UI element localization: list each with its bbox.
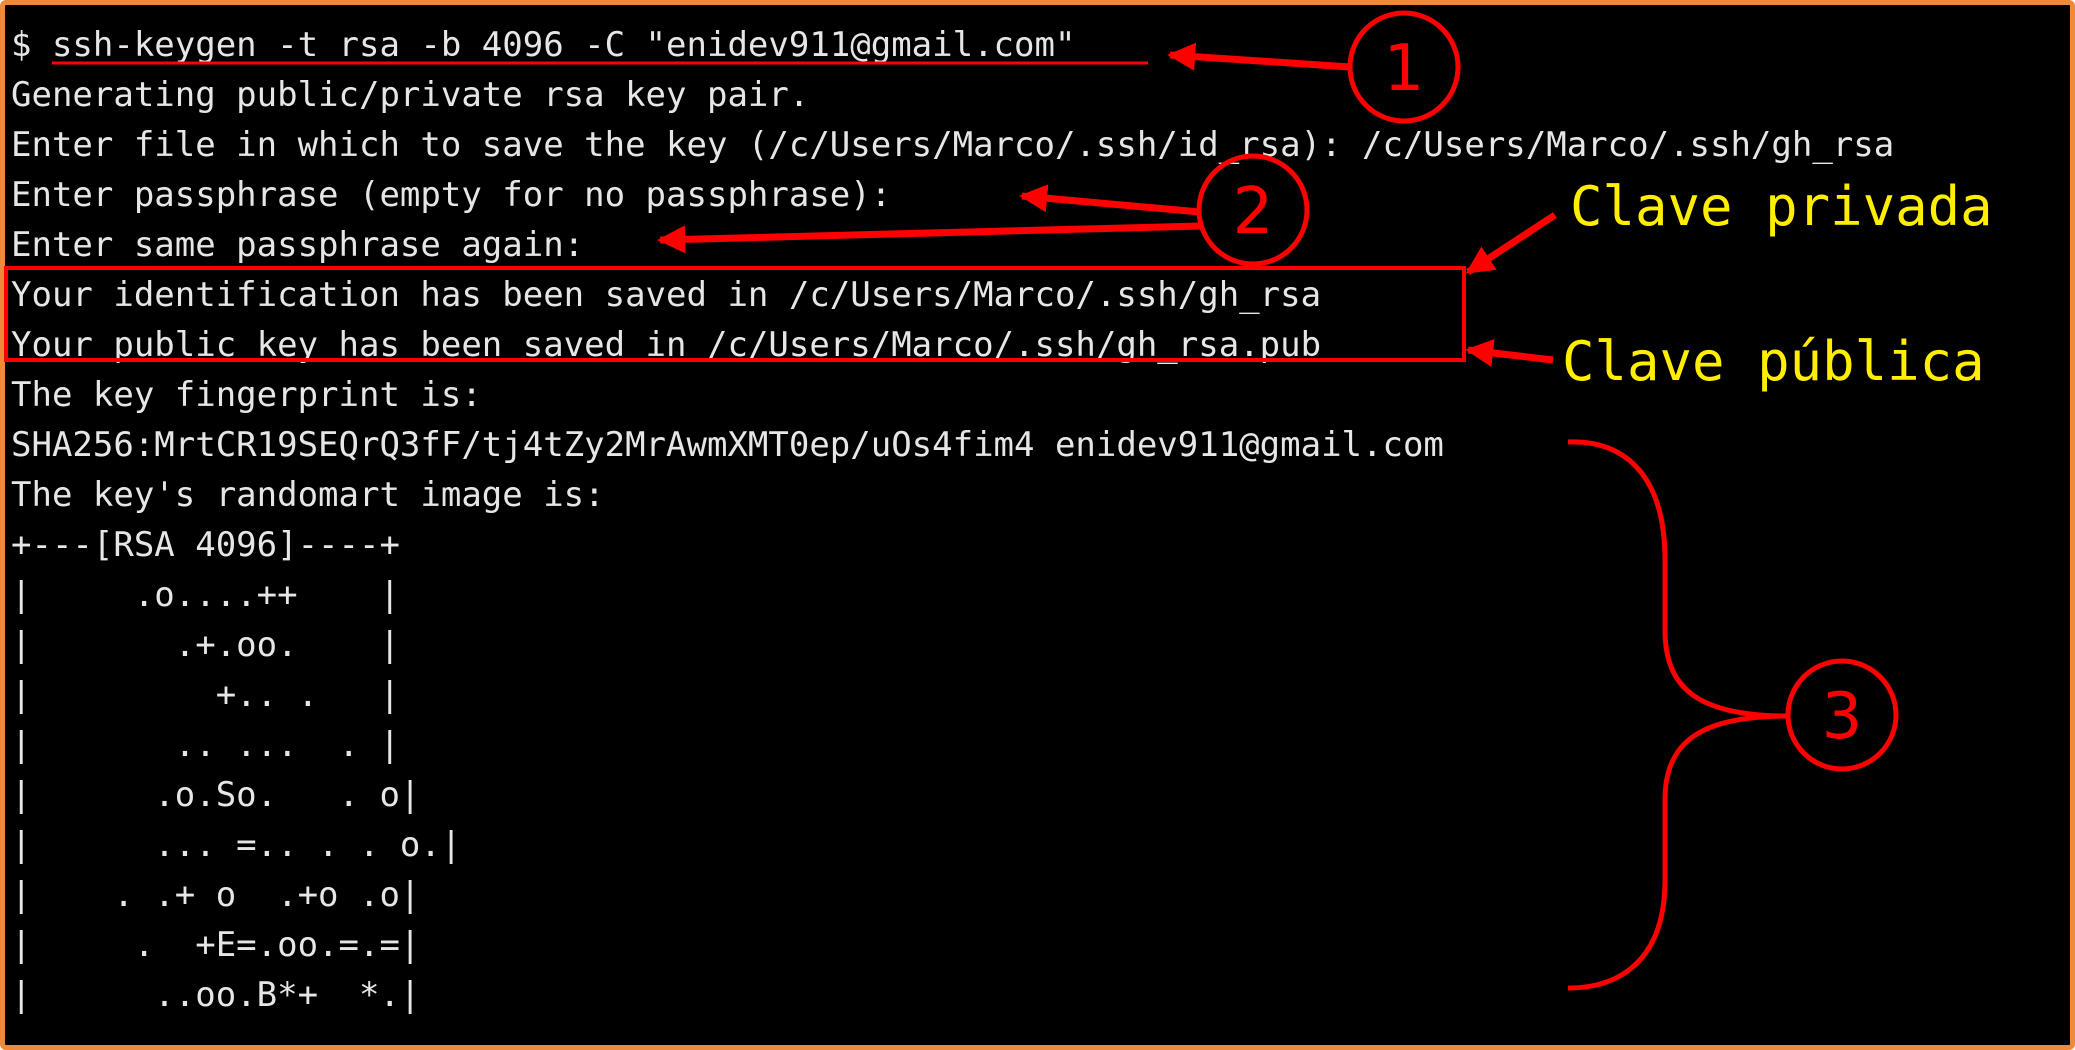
step-2-arrow-passphrase xyxy=(1019,184,1201,216)
step-3-number: 3 xyxy=(1822,680,1863,754)
key-files-highlight-box xyxy=(4,266,1466,362)
step-3-brace-lower xyxy=(1567,713,1789,991)
step-2-number: 2 xyxy=(1233,175,1274,249)
public-key-label: Clave pública xyxy=(1562,330,1985,393)
public-key-arrow xyxy=(1465,339,1554,367)
annotation-overlay: 1 2 Clave privada Clave pública 3 xyxy=(4,10,1993,991)
private-key-label: Clave privada xyxy=(1570,175,1993,238)
step-3-brace-upper xyxy=(1567,439,1789,719)
step-1-number: 1 xyxy=(1384,32,1425,106)
step-2-arrow-passphrase-again xyxy=(657,222,1201,254)
private-key-arrow xyxy=(1465,212,1557,275)
step-1-arrow xyxy=(1167,42,1351,71)
